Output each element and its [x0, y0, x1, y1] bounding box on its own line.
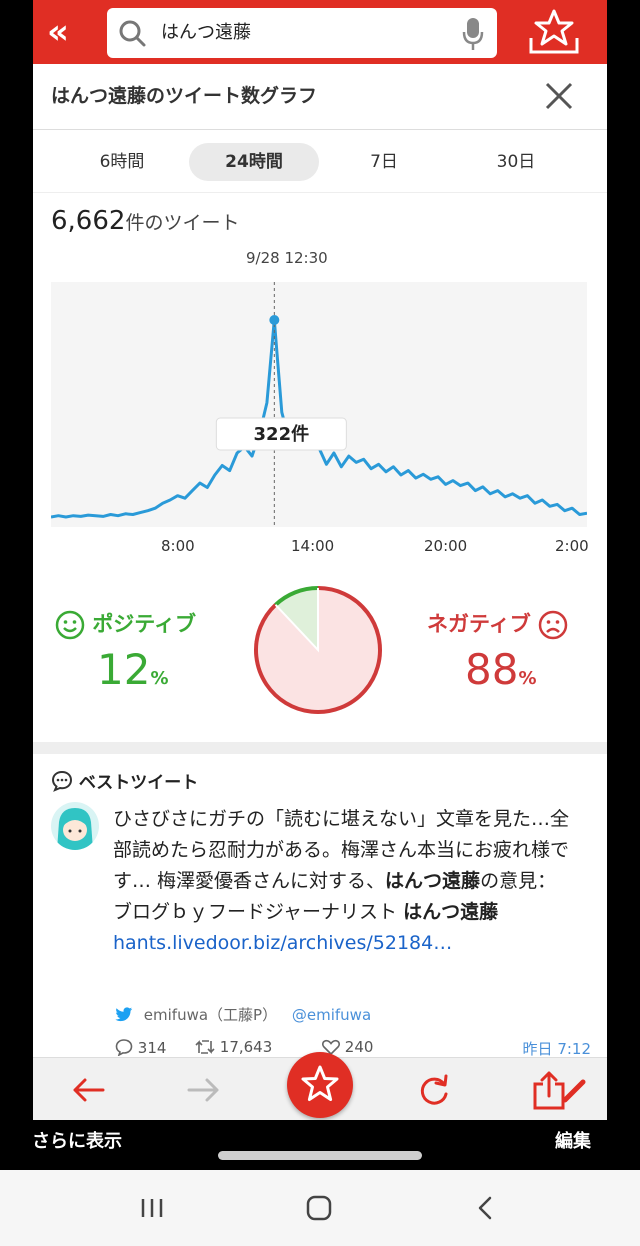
x-tick-label: 2:00 — [555, 537, 589, 555]
graph-header: はんつ遠藤のツイート数グラフ — [33, 64, 607, 130]
retweet-count[interactable]: 17,643 — [195, 1038, 272, 1056]
negative-unit: % — [518, 668, 537, 689]
system-nav-bar — [0, 1170, 640, 1246]
tweet-author: emifuwa（工藤P） — [143, 1006, 278, 1024]
sentiment-pie-chart — [254, 586, 382, 714]
bookmark-star-tray-icon[interactable] — [527, 8, 581, 56]
retweet-icon — [195, 1040, 215, 1054]
negative-value: 88 — [465, 645, 519, 694]
search-query: はんつ遠藤 — [161, 22, 251, 43]
tweet-handle[interactable]: @emifuwa — [292, 1006, 371, 1024]
positive-label: ポジティブ — [55, 608, 196, 640]
tweet-count-suffix: 件のツイート — [125, 212, 240, 234]
tweet-link[interactable]: hants.livedoor.biz/archives/52184… — [113, 932, 452, 954]
x-tick-label: 8:00 — [161, 537, 195, 555]
reload-icon[interactable] — [413, 1070, 455, 1110]
reply-count[interactable]: 314 — [115, 1038, 166, 1057]
edit-label[interactable]: 編集 — [555, 1127, 591, 1153]
sad-face-icon — [538, 610, 568, 640]
negative-label: ネガティブ — [427, 608, 568, 640]
favorite-star-button[interactable] — [287, 1052, 353, 1118]
back-arrow-icon[interactable] — [67, 1070, 109, 1110]
tweet-keyword: はんつ遠藤 — [385, 870, 481, 892]
tweet-source[interactable]: emifuwa（工藤P） @emifuwa — [115, 1004, 371, 1025]
share-edit-icon[interactable] — [529, 1070, 589, 1110]
tab-7d[interactable]: 7日 — [339, 143, 429, 181]
peak-time-label: 9/28 12:30 — [246, 249, 328, 267]
positive-percent: 12% — [97, 645, 169, 694]
avatar[interactable] — [51, 802, 99, 850]
positive-unit: % — [150, 668, 169, 689]
recent-apps-icon[interactable] — [136, 1192, 168, 1224]
tweet-keyword: はんつ遠藤 — [403, 901, 499, 923]
star-icon — [301, 1065, 339, 1101]
browser-app: « はんつ遠藤 はんつ遠藤のツイート数グラフ 6時間 24時間 7日 30日 6… — [33, 0, 607, 1120]
tab-30d[interactable]: 30日 — [471, 143, 561, 181]
range-tabs: 6時間 24時間 7日 30日 — [33, 131, 607, 193]
search-input[interactable]: はんつ遠藤 — [107, 8, 497, 58]
best-tweet-heading: ベストツイート — [51, 768, 198, 793]
search-icon — [119, 20, 146, 47]
x-tick-label: 20:00 — [424, 537, 468, 555]
x-tick-label: 14:00 — [291, 537, 335, 555]
double-chevron-left-icon[interactable]: « — [47, 10, 87, 54]
speech-bubble-icon — [51, 770, 73, 792]
negative-label-text: ネガティブ — [427, 612, 531, 636]
tweet-text[interactable]: ひさびさにガチの「読むに堪えない」文章を見た…全部読めたら忍耐力がある。梅澤さん… — [113, 804, 573, 959]
reply-count-value: 314 — [137, 1039, 167, 1057]
phone-screen: « はんつ遠藤 はんつ遠藤のツイート数グラフ 6時間 24時間 7日 30日 6… — [0, 0, 640, 1246]
smile-face-icon — [55, 610, 85, 640]
tweet-volume-line-chart: 322件 — [51, 282, 587, 527]
tweet-count-value: 6,662 — [51, 206, 126, 236]
page-title: はんつ遠藤のツイート数グラフ — [51, 85, 318, 107]
positive-value: 12 — [97, 645, 151, 694]
peak-point[interactable] — [269, 315, 280, 325]
tab-6h[interactable]: 6時間 — [77, 143, 167, 181]
top-bar: « はんつ遠藤 — [33, 0, 607, 64]
close-icon[interactable] — [541, 78, 577, 114]
section-divider — [33, 742, 607, 754]
like-count-value: 240 — [344, 1038, 374, 1056]
twitter-bird-icon — [115, 1007, 133, 1022]
best-tweet-heading-text: ベストツイート — [78, 773, 199, 793]
home-icon[interactable] — [303, 1192, 335, 1224]
reply-icon — [115, 1039, 133, 1057]
retweet-count-value: 17,643 — [219, 1038, 273, 1056]
show-more-label[interactable]: さらに表示 — [32, 1127, 122, 1153]
peak-value-label: 322件 — [254, 423, 310, 445]
forward-arrow-icon[interactable] — [183, 1070, 225, 1110]
negative-percent: 88% — [465, 645, 537, 694]
home-indicator[interactable] — [218, 1151, 422, 1160]
tweet-time[interactable]: 昨日 7:12 — [523, 1038, 591, 1059]
tweet-count: 6,662件のツイート — [51, 206, 239, 236]
tab-24h[interactable]: 24時間 — [189, 143, 319, 181]
peak-tooltip: 322件 — [215, 417, 347, 451]
positive-label-text: ポジティブ — [92, 612, 197, 636]
back-nav-icon[interactable] — [470, 1192, 502, 1224]
microphone-icon[interactable] — [461, 16, 485, 52]
